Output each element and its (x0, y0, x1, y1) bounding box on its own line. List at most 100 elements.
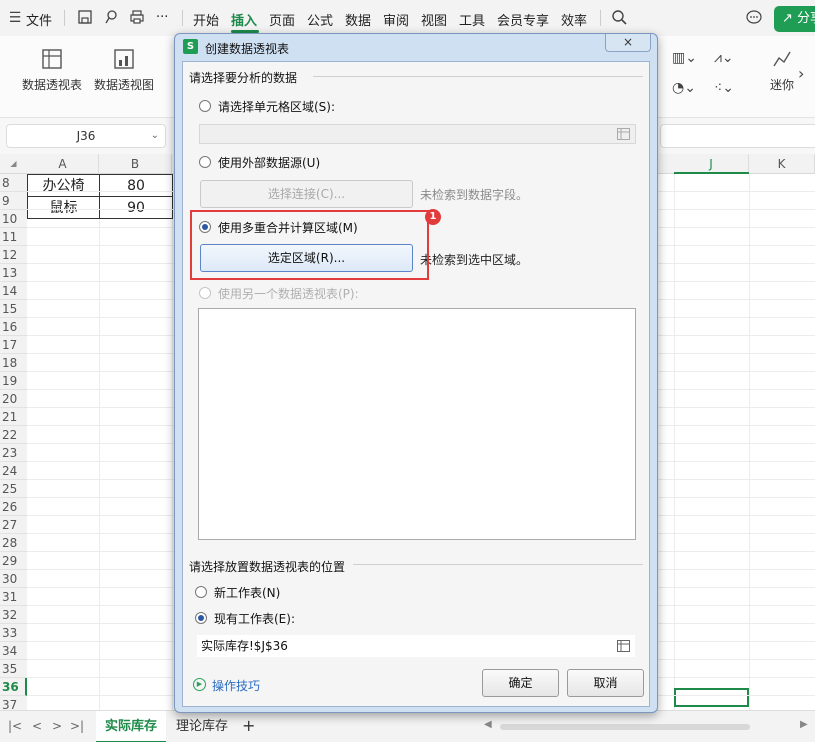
cell-a8[interactable]: 办公椅 (27, 174, 100, 197)
line-chart-icon[interactable]: ⩘⌄ (714, 50, 734, 66)
radio-label-external-source[interactable]: 使用外部数据源(U) (218, 154, 320, 171)
row-header-22[interactable]: 22 (0, 426, 27, 444)
name-box[interactable]: J36 ⌄ (6, 124, 166, 148)
pie-chart-icon[interactable]: ◔⌄ (672, 80, 696, 96)
row-header-18[interactable]: 18 (0, 354, 27, 372)
scroll-right-icon[interactable]: ▶ (800, 719, 808, 730)
tab-insert[interactable]: 插入 (231, 10, 257, 29)
cell-b8[interactable]: 80 (99, 174, 173, 197)
row-header-23[interactable]: 23 (0, 444, 27, 462)
sparkline-button[interactable]: 迷你 (770, 48, 794, 93)
cell-b9[interactable]: 90 (99, 196, 173, 219)
cell-a9[interactable]: 鼠标 (27, 196, 100, 219)
row-header-17[interactable]: 17 (0, 336, 27, 354)
row-header-31[interactable]: 31 (0, 588, 27, 606)
tab-review[interactable]: 审阅 (383, 10, 409, 29)
dialog-titlebar[interactable]: S 创建数据透视表 × (175, 34, 657, 60)
cancel-button[interactable]: 取消 (567, 669, 644, 697)
row-header-33[interactable]: 33 (0, 624, 27, 642)
ok-button[interactable]: 确定 (482, 669, 559, 697)
radio-label-other-pivot[interactable]: 使用另一个数据透视表(P): (218, 285, 359, 302)
choose-connection-button[interactable]: 选择连接(C)... (200, 180, 413, 208)
row-header-24[interactable]: 24 (0, 462, 27, 480)
column-header-b[interactable]: B (99, 154, 172, 174)
tab-formula[interactable]: 公式 (307, 10, 333, 29)
search-icon[interactable] (610, 9, 628, 27)
bar-chart-icon[interactable]: ▥⌄ (672, 50, 697, 66)
horizontal-scrollbar[interactable] (500, 724, 750, 730)
menu-file[interactable]: 文件 (26, 10, 52, 29)
first-sheet-icon[interactable]: |< (8, 719, 22, 733)
prev-sheet-icon[interactable]: < (32, 719, 42, 733)
format-painter-icon[interactable] (102, 9, 120, 27)
radio-existing-sheet[interactable] (195, 612, 207, 624)
row-header-13[interactable]: 13 (0, 264, 27, 282)
radio-external-source[interactable] (199, 156, 211, 168)
existing-sheet-location-input[interactable]: 实际库存!$J$36 (197, 635, 635, 657)
row-header-34[interactable]: 34 (0, 642, 27, 660)
share-button[interactable]: ↗ 分享 (774, 6, 815, 32)
tab-view[interactable]: 视图 (421, 10, 447, 29)
row-header-11[interactable]: 11 (0, 228, 27, 246)
tab-page[interactable]: 页面 (269, 10, 295, 29)
row-header-15[interactable]: 15 (0, 300, 27, 318)
add-sheet-button[interactable]: + (242, 716, 255, 735)
tips-link[interactable]: 操作技巧 (212, 677, 260, 694)
tab-home[interactable]: 开始 (193, 10, 219, 29)
scatter-chart-icon[interactable]: ⁖⌄ (714, 80, 734, 96)
pivot-table-button[interactable]: 数据透视表 (22, 48, 82, 93)
play-icon[interactable]: ▶ (193, 678, 206, 691)
radio-new-sheet[interactable] (195, 586, 207, 598)
row-header-19[interactable]: 19 (0, 372, 27, 390)
row-header-14[interactable]: 14 (0, 282, 27, 300)
selected-cell-j36[interactable] (674, 688, 749, 707)
row-header-25[interactable]: 25 (0, 480, 27, 498)
row-header-27[interactable]: 27 (0, 516, 27, 534)
row-header-29[interactable]: 29 (0, 552, 27, 570)
range-picker-icon[interactable] (617, 640, 630, 652)
chevron-right-icon[interactable]: › (798, 64, 804, 83)
row-header-35[interactable]: 35 (0, 660, 27, 678)
row-header-28[interactable]: 28 (0, 534, 27, 552)
hamburger-icon[interactable]: ☰ (6, 9, 24, 27)
row-header-32[interactable]: 32 (0, 606, 27, 624)
pivot-chart-button[interactable]: 数据透视图 (94, 48, 154, 93)
save-icon[interactable] (76, 9, 94, 27)
sheet-tab-theoretical-inventory[interactable]: 理论库存 (172, 711, 232, 742)
radio-cell-range[interactable] (199, 100, 211, 112)
radio-label-new-sheet[interactable]: 新工作表(N) (214, 584, 280, 601)
close-button[interactable]: × (605, 34, 651, 52)
chevron-down-icon[interactable]: ⌄ (151, 125, 159, 147)
next-sheet-icon[interactable]: > (52, 719, 62, 733)
row-header-26[interactable]: 26 (0, 498, 27, 516)
tab-tools[interactable]: 工具 (459, 10, 485, 29)
radio-label-cell-range[interactable]: 请选择单元格区域(S): (218, 98, 335, 115)
row-header-20[interactable]: 20 (0, 390, 27, 408)
row-header-36[interactable]: 36 (0, 678, 27, 696)
row-header-8[interactable]: 8 (0, 174, 27, 192)
formula-input[interactable] (660, 124, 815, 148)
tab-efficiency[interactable]: 效率 (561, 10, 587, 29)
pivot-list-box[interactable] (198, 308, 636, 540)
print-icon[interactable] (128, 9, 146, 27)
row-header-16[interactable]: 16 (0, 318, 27, 336)
sheet-tab-actual-inventory[interactable]: 实际库存 (96, 711, 166, 742)
radio-label-existing-sheet[interactable]: 现有工作表(E): (214, 610, 295, 627)
row-header-30[interactable]: 30 (0, 570, 27, 588)
row-header-12[interactable]: 12 (0, 246, 27, 264)
more-icon[interactable]: ··· (156, 10, 168, 25)
row-header-10[interactable]: 10 (0, 210, 27, 228)
row-header-9[interactable]: 9 (0, 192, 27, 210)
scroll-left-icon[interactable]: ◀ (484, 719, 492, 730)
column-header-k[interactable]: K (749, 154, 815, 174)
chat-icon[interactable] (745, 9, 763, 27)
radio-other-pivot[interactable] (199, 287, 211, 299)
column-header-j[interactable]: J (674, 154, 749, 174)
tab-data[interactable]: 数据 (345, 10, 371, 29)
row-header-21[interactable]: 21 (0, 408, 27, 426)
column-header-a[interactable]: A (27, 154, 99, 174)
last-sheet-icon[interactable]: >| (70, 719, 84, 733)
select-all-corner[interactable]: ◢ (0, 154, 27, 174)
row-header-37[interactable]: 37 (0, 696, 27, 710)
tab-member[interactable]: 会员专享 (497, 10, 549, 29)
